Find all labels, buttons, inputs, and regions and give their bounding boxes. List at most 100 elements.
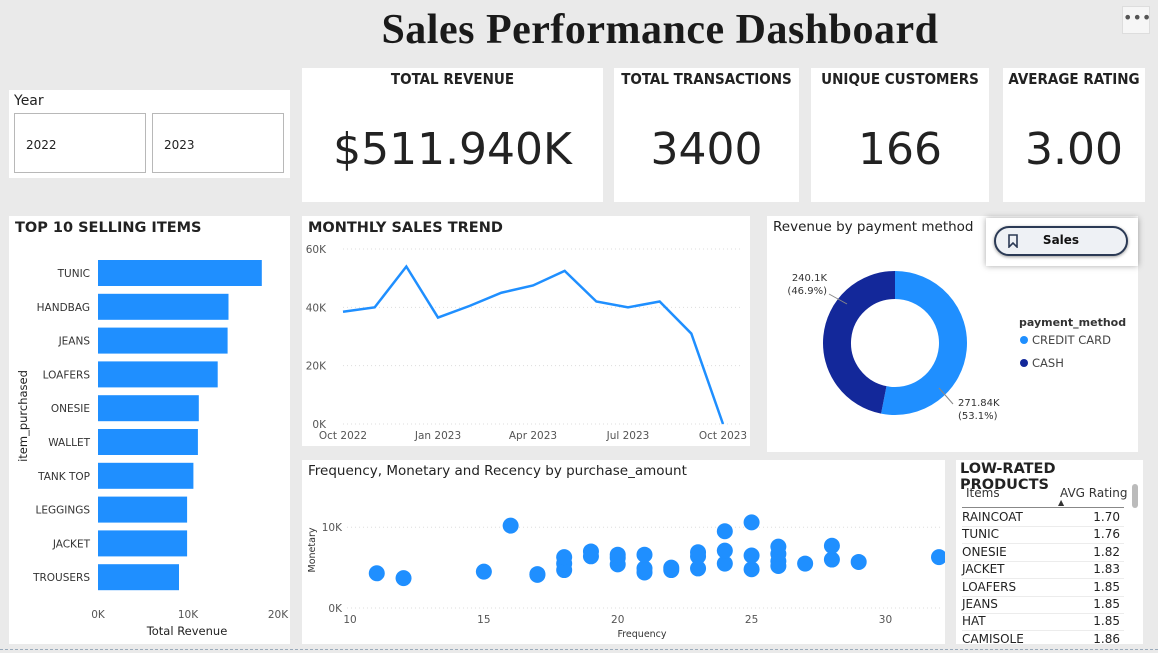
table-row[interactable]: JACKET 1.83 [962,562,1120,576]
row-item: ONESIE [962,544,1007,559]
bar-trousers [98,564,179,591]
table-row[interactable]: TUNIC 1.76 [962,527,1120,541]
more-options-icon[interactable]: ••• [1122,6,1151,34]
scatter-point [556,549,573,566]
y-tick-label: 20K [306,361,327,373]
row-item: JEANS [962,597,998,611]
scatter-point [368,565,385,582]
scatter-point [395,570,412,587]
bar-handbag [98,293,229,320]
x-tick-label: 10 [343,614,356,626]
sales-trend-line [342,264,725,425]
scatter-point [636,560,653,577]
scatter-point [850,553,867,570]
scatter-point [636,546,653,563]
x-tick-label: 20 [611,614,624,626]
monthly-trend-line-chart: 0K20K40K60KOct 2022 Jan 2023 Apr 2023 Jul 2… [306,244,747,442]
slicer-option-2023[interactable]: 2023 [152,113,284,173]
bar-jeans [98,327,228,354]
y-tick-label: 60K [306,244,327,256]
kpi-average-rating: AVERAGE RATING 3.00 [1003,68,1145,202]
scatter-point [931,549,945,566]
row-rating: 1.86 [1093,631,1120,644]
bar-wallet [98,429,198,455]
rfm-scatter-chart-card: Frequency, Monetary and Recency by purch… [302,460,945,644]
table-row[interactable]: CAMISOLE 1.86 [962,632,1120,644]
x-tick-label: Jul 2023 [606,430,650,442]
row-rating: 1.82 [1093,544,1120,559]
scatter-point [823,551,840,568]
y-axis-label: Monetary [307,527,318,572]
row-rating: 1.85 [1093,597,1120,611]
row-item: HAT [962,614,986,629]
table-row[interactable]: HAT 1.85 [962,614,1120,628]
bar-tank-top [98,462,194,489]
rfm-scatter-chart: 0K 10K 10 15 20 25 30 Frequency Monetary [307,514,945,640]
slice-value-label: 271.84K [958,398,1000,409]
scatter-point [770,538,787,555]
x-tick-label: 20K [268,609,289,621]
x-tick-label: 0K [91,609,106,621]
legend-marker [1020,336,1028,344]
row-item: LOAFERS [962,579,1017,594]
table-row[interactable]: ONESIE 1.82 [962,545,1120,559]
scatter-point [663,559,680,576]
table-row[interactable]: JEANS 1.85 [962,597,1120,611]
bar-loafers [98,361,218,388]
y-tick-label: 40K [306,302,327,314]
table-row[interactable]: RAINCOAT 1.70 [962,510,1120,524]
category-label: ONESIE [51,403,90,415]
slicer-option-2022[interactable]: 2022 [14,113,146,173]
legend-label: CREDIT CARD [1032,333,1111,347]
kpi-total-transactions: TOTAL TRANSACTIONS 3400 [614,68,799,202]
kpi-label: UNIQUE CUSTOMERS [821,70,979,88]
slice-pct-label: (46.9%) [787,286,827,297]
x-axis-label: Total Revenue [146,624,228,638]
row-rating: 1.85 [1093,579,1120,594]
year-slicer: Year 2022 2023 [9,90,290,178]
legend-title: payment_method [1019,316,1126,329]
kpi-label: TOTAL REVENUE [390,70,515,88]
category-label: TROUSERS [32,572,90,584]
row-item: RAINCOAT [962,510,1023,524]
sort-desc-icon[interactable]: ▲ [1058,498,1064,507]
category-label: JACKET [52,538,91,550]
category-label: LEGGINGS [35,505,90,517]
low-rated-products-card: LOW-RATED PRODUCTS Items AVG Rating ▲ RA… [956,460,1143,644]
category-label: TUNIC [57,268,90,280]
scatter-point [690,544,707,561]
kpi-value: 166 [858,124,942,175]
kpi-label: TOTAL TRANSACTIONS [621,70,792,88]
bar-tunic [98,260,262,286]
table-row[interactable]: LOAFERS 1.85 [962,580,1120,594]
scatter-point [529,566,546,583]
sales-bookmark-button[interactable]: Sales [994,226,1128,256]
scatter-point [797,555,814,572]
scatter-point [743,547,760,564]
table-scrollbar[interactable] [1132,484,1138,508]
column-header-avg-rating[interactable]: AVG Rating [1060,486,1127,500]
kpi-unique-customers: UNIQUE CUSTOMERS 166 [811,68,989,202]
x-tick-label: 25 [745,614,758,626]
x-tick-label: Jan 2023 [414,430,461,442]
kpi-value: 3400 [650,124,763,175]
category-label: LOAFERS [43,369,91,381]
category-label: WALLET [48,437,90,449]
top-items-chart-card: TOP 10 SELLING ITEMS TUNIC HANDBAG JEANS LO… [9,216,290,644]
scatter-point [716,523,733,540]
legend-marker [1020,359,1028,367]
slice-value-label: 240.1K [792,273,828,284]
row-rating: 1.70 [1093,510,1120,524]
scatter-point [716,542,733,559]
bar-jacket [98,530,188,557]
table-header-divider [962,507,1124,508]
x-tick-label: Oct 2023 [699,430,747,442]
x-tick-label: 15 [477,614,490,626]
column-header-items[interactable]: Items [966,486,1000,500]
scatter-point [475,563,492,580]
scatter-point [743,561,760,578]
row-rating: 1.83 [1093,562,1120,577]
top-items-bar-chart: TUNIC HANDBAG JEANS LOAFERS ONESIE WALLET TANK… [16,260,289,638]
row-rating: 1.76 [1093,527,1120,542]
kpi-value: $511.940K [333,124,572,175]
